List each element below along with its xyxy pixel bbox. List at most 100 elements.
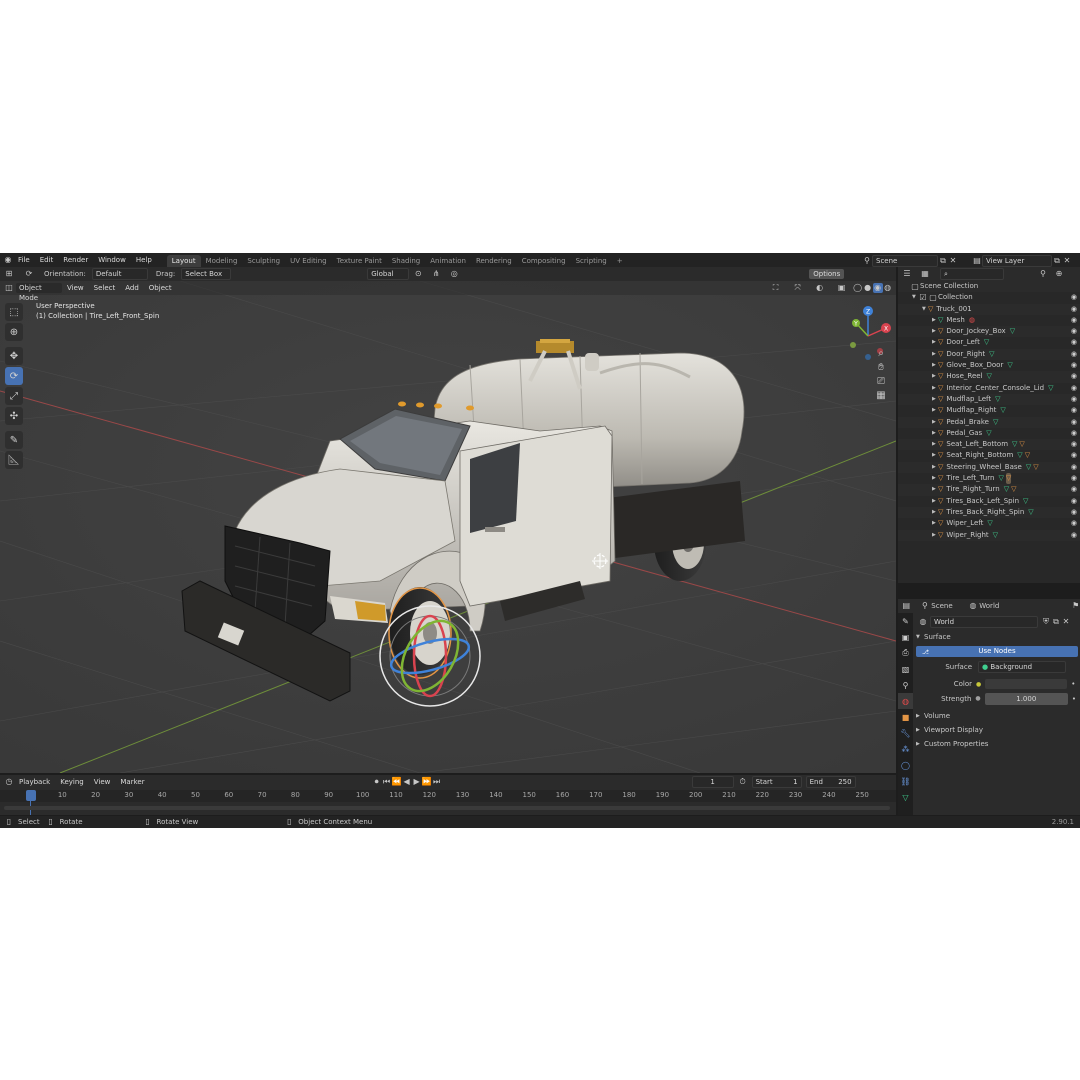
viewport-menu-view[interactable]: View	[62, 281, 89, 295]
tool-tab-icon[interactable]: ✎	[898, 613, 913, 629]
viewport-editor-icon[interactable]: ◫	[4, 283, 14, 293]
selectability-icon[interactable]: ⛶	[771, 283, 781, 293]
unlink-world-icon[interactable]: ✕	[1061, 617, 1071, 627]
properties-editor-icon[interactable]: ▤	[902, 601, 911, 611]
menu-render[interactable]: Render	[58, 253, 93, 267]
shading-material-icon[interactable]: ◉	[872, 283, 883, 293]
options-button[interactable]: Options	[809, 269, 845, 279]
outliner-item[interactable]: ▶ ▽ Door_Right ▽ ◉	[898, 348, 1080, 361]
visibility-eye-icon[interactable]: ◉	[1071, 315, 1077, 326]
display-mode-icon[interactable]: ▦	[920, 269, 930, 279]
add-workspace-button[interactable]: +	[612, 255, 628, 267]
visibility-eye-icon[interactable]: ◉	[1071, 428, 1077, 439]
tab-compositing[interactable]: Compositing	[517, 255, 571, 267]
delete-scene-icon[interactable]: ✕	[948, 256, 958, 266]
outliner-item[interactable]: ▶ ▽ Tires_Back_Right_Spin ▽ ◉	[898, 506, 1080, 519]
visibility-eye-icon[interactable]: ◉	[1071, 394, 1077, 405]
tab-sculpting[interactable]: Sculpting	[242, 255, 285, 267]
visibility-eye-icon[interactable]: ◉	[1071, 383, 1077, 394]
shading-solid-icon[interactable]: ●	[863, 283, 873, 293]
orientation-dropdown[interactable]: Default	[91, 268, 148, 280]
timeline-menu-playback[interactable]: Playback	[14, 775, 55, 789]
tab-rendering[interactable]: Rendering	[471, 255, 517, 267]
pin-icon[interactable]: ⚑	[1071, 601, 1080, 611]
menu-edit[interactable]: Edit	[35, 253, 59, 267]
world-icon[interactable]: ◍	[918, 617, 928, 627]
measure-tool-icon[interactable]: 📐︎	[5, 451, 23, 469]
mode-dropdown[interactable]: Object Mode	[16, 283, 62, 302]
shading-wireframe-icon[interactable]: ◯	[853, 283, 863, 293]
new-collection-icon[interactable]: ⊕	[1054, 269, 1064, 279]
outliner-item[interactable]: ▶ ▽ Mudflap_Right ▽ ◉	[898, 405, 1080, 416]
annotate-tool-icon[interactable]: ✎	[5, 431, 23, 449]
rotate-tool-icon[interactable]: ⟳	[5, 367, 23, 385]
viewport-menu-add[interactable]: Add	[120, 281, 144, 295]
surface-shader-field[interactable]: ● Background	[978, 660, 1066, 673]
outliner-item[interactable]: ▶ ▽ Tires_Back_Left_Spin ▽ ◉	[898, 496, 1080, 507]
outliner-item[interactable]: ▶ ▽ Tire_Right_Turn ▽ ▽ ◉	[898, 484, 1080, 496]
outliner-item[interactable]: ▶ ▽ Mudflap_Left ▽ ◉	[898, 393, 1080, 406]
tab-layout[interactable]: Layout	[166, 254, 201, 267]
view-layer-icon[interactable]: ▤	[972, 256, 982, 266]
visibility-eye-icon[interactable]: ◉	[1071, 473, 1077, 484]
timeline-ruler[interactable]: 1102030405060708090100110120130140150160…	[0, 790, 896, 802]
tab-modeling[interactable]: Modeling	[201, 255, 243, 267]
jump-end-icon[interactable]: ⏭	[432, 777, 442, 787]
tab-animation[interactable]: Animation	[425, 255, 471, 267]
outliner-item[interactable]: ▶ ▽ Seat_Right_Bottom ▽ ▽ ◉	[898, 450, 1080, 461]
viewport-menu-object[interactable]: Object	[144, 281, 177, 295]
xray-toggle-icon[interactable]: ▣	[837, 283, 847, 293]
timeline-menu-marker[interactable]: Marker	[115, 775, 149, 789]
pan-hand-icon[interactable]: ✋︎	[876, 363, 886, 373]
3d-viewport[interactable]: Z X Y User Perspective (1) Collection | …	[0, 281, 896, 773]
delete-view-layer-icon[interactable]: ✕	[1062, 256, 1072, 266]
keyframe-dot-icon[interactable]: •	[1072, 695, 1076, 703]
outliner-root-object[interactable]: ▼ ▽ Truck_001 ◉	[898, 303, 1080, 315]
visibility-eye-icon[interactable]: ◉	[1071, 337, 1077, 348]
new-world-icon[interactable]: ⧉	[1051, 617, 1061, 627]
keyframe-dot-icon[interactable]: •	[1071, 680, 1075, 688]
overlay-toggle-icon[interactable]: ◐	[815, 283, 825, 293]
outliner-item[interactable]: ▶ ▽ Steering_Wheel_Base ▽ ▽ ◉	[898, 461, 1080, 474]
world-tab-icon[interactable]: ◍	[898, 693, 913, 709]
world-name-field[interactable]: World	[930, 616, 1038, 628]
physics-tab-icon[interactable]: ◯	[898, 757, 913, 773]
visibility-eye-icon[interactable]: ◉	[1071, 371, 1077, 382]
visibility-eye-icon[interactable]: ◉	[1071, 349, 1077, 360]
start-frame-field[interactable]: Start 1	[751, 776, 802, 788]
tab-uv-editing[interactable]: UV Editing	[285, 255, 332, 267]
breadcrumb-scene[interactable]: Scene	[931, 602, 952, 610]
visibility-eye-icon[interactable]: ◉	[1071, 292, 1077, 303]
view-layer-tab-icon[interactable]: ▧	[898, 661, 913, 677]
menu-help[interactable]: Help	[131, 253, 157, 267]
outliner-item[interactable]: ▶ ▽ Pedal_Gas ▽ ◉	[898, 428, 1080, 439]
timeline-editor-icon[interactable]: ◷	[4, 777, 14, 787]
outliner-item[interactable]: ▶ ▽ Seat_Left_Bottom ▽ ▽ ◉	[898, 439, 1080, 451]
visibility-eye-icon[interactable]: ◉	[1071, 518, 1077, 529]
outliner-item[interactable]: ▶ ▽ Door_Left ▽ ◉	[898, 337, 1080, 348]
visibility-eye-icon[interactable]: ◉	[1071, 417, 1077, 428]
viewport-display-panel-header[interactable]: ▶ Viewport Display	[916, 724, 983, 736]
drag-dropdown[interactable]: Select Box	[181, 268, 232, 280]
outliner-item[interactable]: ▶ ▽ Glove_Box_Door ▽ ◉	[898, 360, 1080, 371]
visibility-eye-icon[interactable]: ◉	[1071, 326, 1077, 337]
camera-view-icon[interactable]: ⎚	[876, 377, 886, 387]
prev-keyframe-icon[interactable]: ⏪	[392, 777, 402, 787]
active-tool-rotate-icon[interactable]: ⟳	[24, 269, 34, 279]
visibility-eye-icon[interactable]: ◉	[1071, 496, 1077, 507]
shading-rendered-icon[interactable]: ◍	[883, 283, 893, 293]
visibility-eye-icon[interactable]: ◉	[1071, 507, 1077, 518]
tab-scripting[interactable]: Scripting	[571, 255, 612, 267]
new-view-layer-icon[interactable]: ⧉	[1052, 256, 1062, 266]
outliner-item[interactable]: ▶ ▽ Pedal_Brake ▽ ◉	[898, 416, 1080, 428]
current-frame-field[interactable]: 1	[691, 776, 734, 788]
outliner-item[interactable]: ▶ ▽ Mesh ◍ ◉	[898, 315, 1080, 326]
next-keyframe-icon[interactable]: ⏩	[422, 777, 432, 787]
view-layer-field[interactable]: View Layer	[982, 255, 1052, 267]
scene-tab-icon[interactable]: ⚲	[898, 677, 913, 693]
menu-window[interactable]: Window	[93, 253, 131, 267]
visibility-eye-icon[interactable]: ◉	[1071, 484, 1077, 495]
pivot-icon[interactable]: ⊙	[413, 269, 423, 279]
scene-name-field[interactable]: Scene	[872, 255, 938, 267]
move-tool-icon[interactable]: ✥	[5, 347, 23, 365]
